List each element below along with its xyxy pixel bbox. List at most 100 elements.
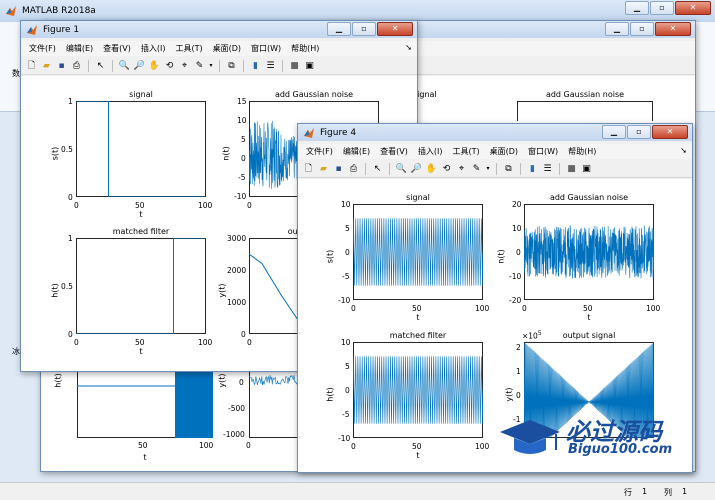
fig1-noise-ytick-5: -5 bbox=[238, 173, 246, 182]
figure1-minimize-button[interactable]: ▁ bbox=[327, 22, 351, 36]
behind-filter-lower-dense-band bbox=[175, 366, 213, 438]
data-cursor-icon[interactable]: ⌖ bbox=[455, 162, 468, 175]
figure1-dock-arrow-icon[interactable]: ➘ bbox=[405, 43, 412, 52]
fig4-noise-xtick-2: 50 bbox=[583, 304, 593, 313]
legend-icon[interactable]: ☰ bbox=[541, 162, 554, 175]
open-file-icon[interactable]: ▰ bbox=[40, 59, 53, 72]
main-close-button[interactable]: ✕ bbox=[675, 1, 711, 15]
behind-output-lower-ytick-3: -1000 bbox=[223, 430, 245, 439]
zoom-in-icon[interactable]: 🔍 bbox=[118, 59, 131, 72]
fig1-output-ytick-2: 2000 bbox=[227, 266, 247, 275]
fig4-filter-ytick-1: 10 bbox=[341, 338, 351, 347]
figure4-menubar: 文件(F) 编辑(E) 查看(V) 插入(I) 工具(T) 桌面(D) 窗口(W… bbox=[298, 144, 692, 159]
show-plot-tools-icon[interactable]: ▣ bbox=[580, 162, 593, 175]
brush-dropdown-icon[interactable]: ▾ bbox=[485, 162, 491, 175]
link-plot-icon[interactable]: ⧉ bbox=[502, 162, 515, 175]
figure1-menu-help[interactable]: 帮助(H) bbox=[291, 43, 319, 54]
figure-behind-close-button[interactable]: ✕ bbox=[655, 22, 691, 36]
edit-plot-arrow-icon[interactable]: ↖ bbox=[94, 59, 107, 72]
fig4-signal-axes: signal s(t) t 10 5 0 -5 -10 0 50 100 bbox=[325, 193, 489, 322]
fig1-noise-xtick-1: 0 bbox=[247, 201, 252, 210]
fig1-noise-title: add Gaussian noise bbox=[274, 90, 354, 99]
open-file-icon[interactable]: ▰ bbox=[317, 162, 330, 175]
fig1-noise-ytick-2: 10 bbox=[237, 116, 247, 125]
rotate-3d-icon[interactable]: ⟲ bbox=[440, 162, 453, 175]
show-plot-tools-icon[interactable]: ▣ bbox=[303, 59, 316, 72]
print-icon[interactable]: ⎙ bbox=[347, 162, 360, 175]
fig4-signal-ytick-4: -5 bbox=[342, 272, 350, 281]
save-icon[interactable]: ▪ bbox=[332, 162, 345, 175]
save-icon[interactable]: ▪ bbox=[55, 59, 68, 72]
data-cursor-icon[interactable]: ⌖ bbox=[178, 59, 191, 72]
figure4-minimize-button[interactable]: ▁ bbox=[602, 125, 626, 139]
fig1-filter-xtick-2: 50 bbox=[135, 338, 145, 347]
fig4-signal-xlabel: t bbox=[416, 313, 420, 322]
figure4-close-button[interactable]: ✕ bbox=[652, 125, 688, 139]
figure1-menu-edit[interactable]: 编辑(E) bbox=[66, 43, 93, 54]
fig1-filter-ytick-2: 0.5 bbox=[61, 282, 73, 291]
figure4-menu-window[interactable]: 窗口(W) bbox=[528, 146, 558, 157]
colorbar-icon[interactable]: ▮ bbox=[249, 59, 262, 72]
main-maximize-button[interactable]: ▫ bbox=[650, 1, 674, 15]
rotate-3d-icon[interactable]: ⟲ bbox=[163, 59, 176, 72]
new-figure-icon[interactable]: 🗋 bbox=[25, 59, 38, 72]
behind-filter-lower-xlabel: t bbox=[143, 453, 147, 462]
behind-noise-axes: add Gaussian noise bbox=[517, 90, 653, 121]
figure4-menu-desktop[interactable]: 桌面(D) bbox=[490, 146, 518, 157]
figure-behind-minimize-button[interactable]: ▁ bbox=[605, 22, 629, 36]
hide-plot-tools-icon[interactable]: ■ bbox=[288, 59, 301, 72]
fig4-noise-ylabel: n(t) bbox=[496, 249, 506, 264]
figure-behind-maximize-button[interactable]: ▫ bbox=[630, 22, 654, 36]
new-figure-icon[interactable]: 🗋 bbox=[302, 162, 315, 175]
figure1-menu-insert[interactable]: 插入(I) bbox=[141, 43, 166, 54]
zoom-out-icon[interactable]: 🔎 bbox=[133, 59, 146, 72]
figure1-menu-tools[interactable]: 工具(T) bbox=[175, 43, 202, 54]
brush-icon[interactable]: ✎ bbox=[470, 162, 483, 175]
fig1-signal-title: signal bbox=[129, 90, 153, 99]
matlab-logo-icon bbox=[6, 6, 16, 16]
fig1-noise-ylabel: n(t) bbox=[221, 146, 231, 161]
link-plot-icon[interactable]: ⧉ bbox=[225, 59, 238, 72]
figure1-menu-desktop[interactable]: 桌面(D) bbox=[213, 43, 241, 54]
zoom-out-icon[interactable]: 🔎 bbox=[410, 162, 423, 175]
pan-hand-icon[interactable]: ✋ bbox=[425, 162, 438, 175]
figure4-maximize-button[interactable]: ▫ bbox=[627, 125, 651, 139]
fig4-filter-xlabel: t bbox=[416, 451, 420, 460]
fig4-noise-svg bbox=[524, 225, 654, 279]
figure1-close-button[interactable]: ✕ bbox=[377, 22, 413, 36]
pan-hand-icon[interactable]: ✋ bbox=[148, 59, 161, 72]
figure4-menu-help[interactable]: 帮助(H) bbox=[568, 146, 596, 157]
status-row-label: 行 bbox=[624, 488, 632, 497]
figure1-menu-view[interactable]: 查看(V) bbox=[103, 43, 131, 54]
fig4-signal-title: signal bbox=[406, 193, 430, 202]
behind-output-lower-ytick-1: 0 bbox=[239, 378, 244, 387]
figure4-menu-edit[interactable]: 编辑(E) bbox=[343, 146, 370, 157]
fig1-signal-ylabel: s(t) bbox=[50, 146, 60, 161]
status-col-label: 列 bbox=[664, 488, 672, 497]
fig1-output-ytick-3: 1000 bbox=[227, 298, 247, 307]
zoom-in-icon[interactable]: 🔍 bbox=[395, 162, 408, 175]
figure4-menu-insert[interactable]: 插入(I) bbox=[418, 146, 443, 157]
print-icon[interactable]: ⎙ bbox=[70, 59, 83, 72]
fig4-noise-title: add Gaussian noise bbox=[549, 193, 629, 202]
fig4-noise-xtick-1: 0 bbox=[522, 304, 527, 313]
figure1-menu-window[interactable]: 窗口(W) bbox=[251, 43, 281, 54]
colorbar-icon[interactable]: ▮ bbox=[526, 162, 539, 175]
edit-plot-arrow-icon[interactable]: ↖ bbox=[371, 162, 384, 175]
status-row-value: 1 bbox=[642, 487, 648, 496]
figure4-menu-tools[interactable]: 工具(T) bbox=[452, 146, 479, 157]
figure4-dock-arrow-icon[interactable]: ➘ bbox=[680, 146, 687, 155]
figure4-menu-view[interactable]: 查看(V) bbox=[380, 146, 408, 157]
fig4-filter-xtick-3: 100 bbox=[475, 442, 490, 451]
brush-dropdown-icon[interactable]: ▾ bbox=[208, 59, 214, 72]
behind-filter-lower-xtick-2: 100 bbox=[199, 441, 214, 450]
main-minimize-button[interactable]: ▁ bbox=[625, 1, 649, 15]
behind-filter-lower-xtick-1: 50 bbox=[138, 441, 148, 450]
brush-icon[interactable]: ✎ bbox=[193, 59, 206, 72]
fig4-filter-ytick-4: -5 bbox=[342, 410, 350, 419]
legend-icon[interactable]: ☰ bbox=[264, 59, 277, 72]
hide-plot-tools-icon[interactable]: ■ bbox=[565, 162, 578, 175]
figure4-menu-file[interactable]: 文件(F) bbox=[306, 146, 333, 157]
figure1-menu-file[interactable]: 文件(F) bbox=[29, 43, 56, 54]
figure1-maximize-button[interactable]: ▫ bbox=[352, 22, 376, 36]
